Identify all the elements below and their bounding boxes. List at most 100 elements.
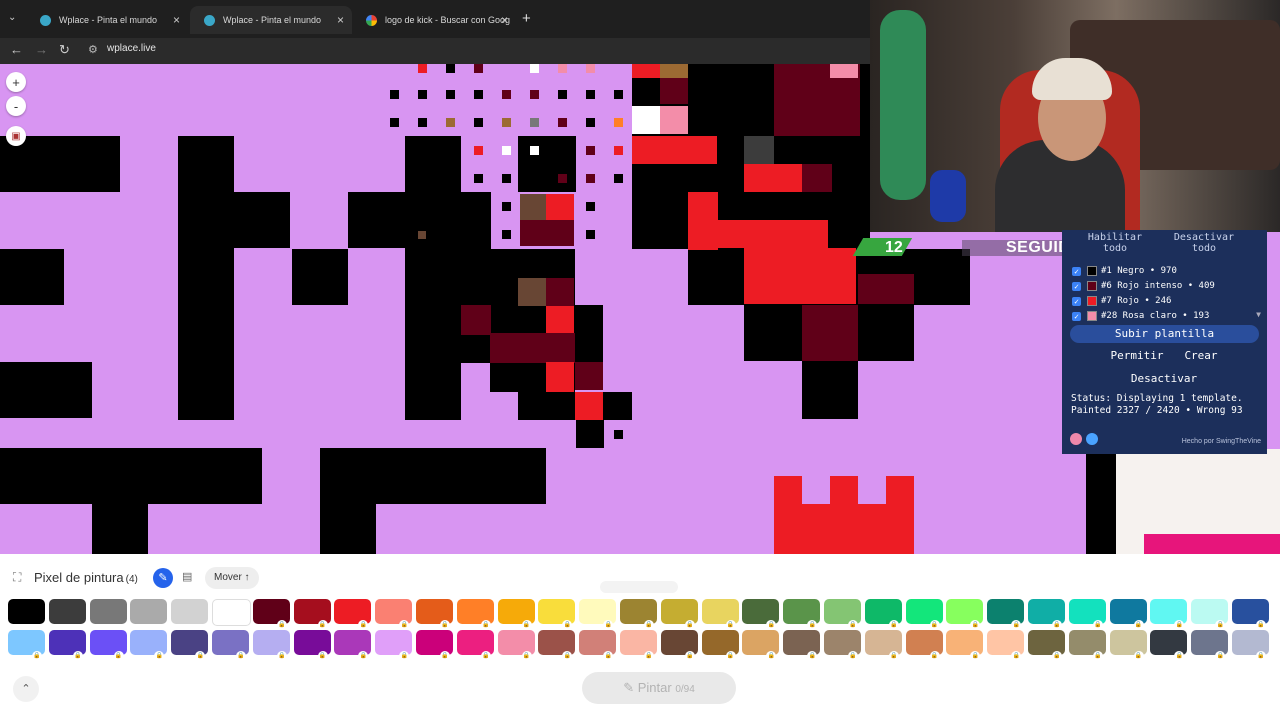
paint-button[interactable]: ✎ Pintar 0/94 <box>582 672 736 704</box>
close-tab-icon[interactable]: × <box>337 13 344 27</box>
template-tool-icon[interactable]: ▣ <box>6 126 26 146</box>
color-swatch[interactable]: 🔒 <box>905 630 943 661</box>
color-swatch[interactable]: 🔒 <box>824 630 861 661</box>
color-swatch[interactable]: 🔒 <box>701 630 739 661</box>
color-swatch[interactable]: 🔒 <box>8 630 45 661</box>
color-swatch[interactable]: 🔒 <box>252 630 290 661</box>
color-swatch[interactable]: 🔒 <box>1068 630 1106 661</box>
color-swatch[interactable]: 🔒 <box>579 599 617 630</box>
color-swatch[interactable]: 🔒 <box>1191 630 1229 661</box>
color-swatch[interactable]: 🔒 <box>1232 630 1269 661</box>
color-swatch[interactable]: 🔒 <box>416 630 453 661</box>
color-swatch[interactable]: 🔒 <box>416 599 453 630</box>
color-swatch[interactable]: 🔒 <box>334 599 372 630</box>
checkbox-icon[interactable]: ✓ <box>1072 266 1081 276</box>
color-swatch[interactable]: 🔒 <box>987 630 1025 661</box>
color-swatch[interactable]: 🔒 <box>1068 599 1106 630</box>
close-tab-icon[interactable]: × <box>501 13 508 27</box>
color-swatch[interactable]: 🔒 <box>1028 630 1065 661</box>
color-swatch[interactable]: 🔒 <box>171 630 209 661</box>
color-swatch[interactable] <box>130 599 168 624</box>
color-swatch[interactable]: 🔒 <box>89 630 127 661</box>
color-swatch[interactable]: 🔒 <box>130 630 168 661</box>
color-swatch[interactable] <box>8 599 45 624</box>
color-swatch[interactable]: 🔒 <box>375 630 413 661</box>
color-swatch[interactable]: 🔒 <box>538 599 576 630</box>
color-swatch[interactable]: 🔒 <box>946 599 984 630</box>
color-swatch[interactable]: 🔒 <box>783 630 821 661</box>
color-swatch[interactable]: 🔒 <box>742 630 780 661</box>
color-swatch[interactable]: 🔒 <box>620 599 657 630</box>
move-button[interactable]: Mover ↑ <box>205 567 259 589</box>
color-swatch[interactable]: 🔒 <box>456 630 494 661</box>
color-swatch[interactable]: 🔒 <box>497 599 535 630</box>
frame-icon[interactable]: ▤ <box>182 570 192 583</box>
checkbox-icon[interactable]: ✓ <box>1072 281 1081 291</box>
color-row[interactable]: ✓ #1 Negro • 970 <box>1072 264 1177 278</box>
color-swatch[interactable] <box>89 599 127 624</box>
color-swatch[interactable]: 🔒 <box>293 630 331 661</box>
color-swatch[interactable]: 🔒 <box>905 599 943 630</box>
new-tab-button[interactable]: + <box>522 10 531 27</box>
back-arrow-icon[interactable]: ← <box>10 42 23 57</box>
url-text[interactable]: wplace.live <box>107 43 156 54</box>
color-swatch[interactable]: 🔒 <box>456 599 494 630</box>
color-swatch[interactable]: 🔒 <box>579 630 617 661</box>
color-row[interactable]: ✓ #28 Rosa claro • 193 <box>1072 309 1209 323</box>
color-swatch[interactable]: 🔒 <box>660 630 698 661</box>
checkbox-icon[interactable]: ✓ <box>1072 311 1081 321</box>
color-swatch[interactable]: 🔒 <box>620 630 657 661</box>
color-swatch[interactable] <box>212 599 251 626</box>
color-swatch[interactable]: 🔒 <box>864 599 902 630</box>
color-swatch[interactable]: 🔒 <box>1109 630 1147 661</box>
color-swatch[interactable]: 🔒 <box>1150 630 1188 661</box>
color-swatch[interactable]: 🔒 <box>1191 599 1229 630</box>
color-swatch[interactable]: 🔒 <box>1232 599 1269 630</box>
color-swatch[interactable]: 🔒 <box>864 630 902 661</box>
color-swatch[interactable]: 🔒 <box>334 630 372 661</box>
color-swatch[interactable]: 🔒 <box>48 630 86 661</box>
expand-icon[interactable]: ⛶ <box>13 570 21 585</box>
tab-wplace-2[interactable]: Wplace - Pinta el mundo × <box>190 6 352 34</box>
color-swatch[interactable]: 🔒 <box>1028 599 1065 630</box>
color-swatch[interactable]: 🔒 <box>1150 599 1188 630</box>
enable-all-button[interactable]: Habilitar todo <box>1080 232 1150 254</box>
forward-arrow-icon[interactable]: → <box>35 42 48 57</box>
color-swatch[interactable]: 🔒 <box>375 599 413 630</box>
deactivate-button[interactable]: Desactivar <box>1124 370 1204 388</box>
tab-search-icon[interactable]: ⌄ <box>8 12 16 23</box>
tab-google-search[interactable]: logo de kick - Buscar con Goog × <box>352 6 516 34</box>
color-swatch[interactable]: 🔒 <box>538 630 576 661</box>
pencil-icon[interactable]: ✎ <box>153 568 173 588</box>
color-swatch[interactable]: 🔒 <box>987 599 1025 630</box>
color-swatch[interactable]: 🔒 <box>701 599 739 630</box>
color-swatch[interactable]: 🔒 <box>660 599 698 630</box>
disable-all-button[interactable]: Desactivar todo <box>1162 232 1246 254</box>
zoom-in-button[interactable]: + <box>6 72 26 92</box>
scroll-down-icon[interactable]: ▼ <box>1256 310 1261 319</box>
color-swatch[interactable]: 🔒 <box>252 599 290 630</box>
globe-icon[interactable] <box>1086 433 1098 445</box>
chevron-up-icon[interactable]: ⌃ <box>13 676 39 702</box>
reload-icon[interactable]: ↻ <box>59 42 70 58</box>
zoom-out-button[interactable]: - <box>6 96 26 116</box>
avatar-icon[interactable] <box>1070 433 1082 445</box>
color-swatch[interactable]: 🔒 <box>1109 599 1147 630</box>
tab-wplace-1[interactable]: Wplace - Pinta el mundo × <box>26 6 188 34</box>
color-swatch[interactable]: 🔒 <box>497 630 535 661</box>
color-row[interactable]: ✓ #7 Rojo • 246 <box>1072 294 1171 308</box>
color-swatch[interactable]: 🔒 <box>824 599 861 630</box>
color-swatch[interactable]: 🔒 <box>293 599 331 630</box>
color-swatch[interactable]: 🔒 <box>742 599 780 630</box>
color-swatch[interactable]: 🔒 <box>212 630 249 661</box>
create-button[interactable]: Crear <box>1178 347 1224 365</box>
color-swatch[interactable]: 🔒 <box>946 630 984 661</box>
checkbox-icon[interactable]: ✓ <box>1072 296 1081 306</box>
color-swatch[interactable]: 🔒 <box>783 599 821 630</box>
allow-button[interactable]: Permitir <box>1104 347 1170 365</box>
color-swatch[interactable] <box>48 599 86 624</box>
color-row[interactable]: ✓ #6 Rojo intenso • 409 <box>1072 279 1215 293</box>
close-tab-icon[interactable]: × <box>173 13 180 27</box>
color-swatch[interactable] <box>171 599 209 624</box>
site-info-icon[interactable]: ⚙ <box>88 43 98 56</box>
